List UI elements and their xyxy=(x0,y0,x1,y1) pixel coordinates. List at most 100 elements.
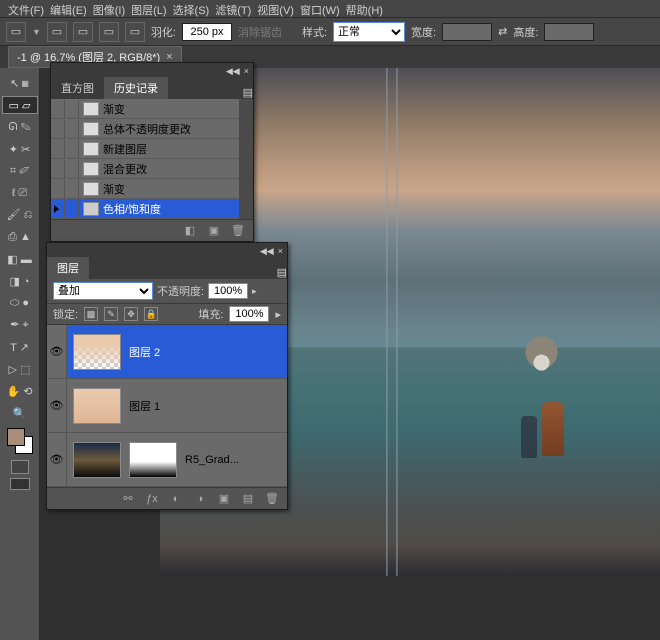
menu-image[interactable]: 图像(I) xyxy=(93,2,125,15)
layer-thumb[interactable] xyxy=(73,388,121,424)
select-add-icon[interactable]: ▭ xyxy=(73,22,93,42)
link-icon[interactable]: ⚯ xyxy=(121,492,135,506)
lock-position-icon[interactable]: ✥ xyxy=(124,307,138,321)
tool-eraser[interactable]: ◧ ▬ xyxy=(2,250,38,268)
tool-crop[interactable]: ⌗ ✐ xyxy=(2,162,38,180)
tool-lasso[interactable]: ᘏ ✎ xyxy=(2,118,38,136)
menu-select[interactable]: 选择(S) xyxy=(173,2,210,15)
tool-hand[interactable]: ✋ ⟲ xyxy=(2,382,38,400)
tool-marquee[interactable]: ▭ ▱ xyxy=(2,96,38,114)
screenmode-icon[interactable] xyxy=(10,478,30,490)
layer-thumb[interactable] xyxy=(73,334,121,370)
current-tool-icon[interactable]: ▭ xyxy=(6,22,26,42)
tool-dodge[interactable]: ⬭ ● xyxy=(2,294,38,312)
tool-brush[interactable]: 🖌 ⎌ xyxy=(2,206,38,224)
tab-layers[interactable]: 图层 xyxy=(47,257,89,279)
scrollbar[interactable] xyxy=(239,99,253,219)
tab-history[interactable]: 历史记录 xyxy=(104,77,168,99)
select-sub-icon[interactable]: ▭ xyxy=(99,22,119,42)
fg-color[interactable] xyxy=(7,428,25,446)
panel-collapse-icon[interactable]: ◀◀ xyxy=(226,66,240,77)
opacity-label: 不透明度: xyxy=(157,283,204,299)
tab-histogram[interactable]: 直方图 xyxy=(51,77,104,99)
select-int-icon[interactable]: ▭ xyxy=(125,22,145,42)
history-item[interactable]: 新建图层 xyxy=(51,139,239,159)
menu-file[interactable]: 文件(F) xyxy=(8,2,44,15)
opacity-input[interactable] xyxy=(208,283,248,299)
lock-all-icon[interactable]: 🔒 xyxy=(144,307,158,321)
panel-menu-icon[interactable]: ▤ xyxy=(243,86,253,99)
history-item[interactable]: 渐变 xyxy=(51,179,239,199)
history-new-icon[interactable]: ▣ xyxy=(207,224,221,238)
blend-mode-select[interactable]: 叠加 xyxy=(53,282,153,300)
layer-name[interactable]: R5_Grad... xyxy=(185,454,239,466)
tool-stamp[interactable]: ⎙ ▲ xyxy=(2,228,38,246)
fill-input[interactable] xyxy=(229,306,269,322)
layer-row[interactable]: 👁 R5_Grad... xyxy=(47,433,287,487)
menu-help[interactable]: 帮助(H) xyxy=(346,2,383,15)
layer-name[interactable]: 图层 1 xyxy=(129,398,160,414)
opacity-chevron-icon[interactable]: ▸ xyxy=(252,286,257,297)
panel-menu-icon[interactable]: ▤ xyxy=(277,266,287,279)
layer-row[interactable]: 👁 图层 1 xyxy=(47,379,287,433)
history-panel[interactable]: ◀◀ × 直方图 历史记录 ▤ 渐变 总体不透明度更改 新建图层 混合更改 渐变… xyxy=(50,62,254,242)
trash-icon[interactable]: 🗑 xyxy=(231,224,245,238)
lock-transparency-icon[interactable]: ▩ xyxy=(84,307,98,321)
visibility-icon[interactable]: 👁 xyxy=(47,379,67,432)
feather-label: 羽化: xyxy=(151,24,176,40)
tool-type[interactable]: T ↗ xyxy=(2,338,38,356)
tool-path[interactable]: ▷ ⬚ xyxy=(2,360,38,378)
history-list: 渐变 总体不透明度更改 新建图层 混合更改 渐变 色相/饱和度 xyxy=(51,99,239,219)
history-item[interactable]: 渐变 xyxy=(51,99,239,119)
group-icon[interactable]: ▣ xyxy=(217,492,231,506)
layer-name[interactable]: 图层 2 xyxy=(129,344,160,360)
width-label: 宽度: xyxy=(411,24,436,40)
menu-window[interactable]: 窗口(W) xyxy=(300,2,340,15)
visibility-icon[interactable]: 👁 xyxy=(47,325,67,378)
layers-panel[interactable]: ◀◀ × 图层 ▤ 叠加 不透明度: ▸ 锁定: ▩ ✎ ✥ 🔒 填充: ▸ 👁… xyxy=(46,242,288,510)
new-layer-icon[interactable]: ▤ xyxy=(241,492,255,506)
height-input[interactable] xyxy=(544,23,594,41)
tool-preset-chevron[interactable]: ▼ xyxy=(32,27,41,37)
fill-chevron-icon[interactable]: ▸ xyxy=(275,308,281,321)
tool-gradient[interactable]: ◨ ◔ xyxy=(2,272,38,290)
mask-icon[interactable]: ◐ xyxy=(169,492,183,506)
panel-close-icon[interactable]: × xyxy=(244,66,249,76)
history-snapshot-icon[interactable]: ◧ xyxy=(183,224,197,238)
visibility-icon[interactable]: 👁 xyxy=(47,433,67,486)
style-label: 样式: xyxy=(302,24,327,40)
feather-input[interactable] xyxy=(182,23,232,41)
select-new-icon[interactable]: ▭ xyxy=(47,22,67,42)
style-select[interactable]: 正常 xyxy=(333,22,405,42)
quickmask-icon[interactable] xyxy=(11,460,29,474)
photo-figure xyxy=(542,402,564,456)
menu-view[interactable]: 视图(V) xyxy=(257,2,294,15)
history-item[interactable]: 混合更改 xyxy=(51,159,239,179)
adjustment-icon[interactable]: ◑ xyxy=(193,492,207,506)
menu-layer[interactable]: 图层(L) xyxy=(131,2,166,15)
width-input[interactable] xyxy=(442,23,492,41)
swap-icon[interactable]: ⇄ xyxy=(498,25,507,38)
history-item[interactable]: 总体不透明度更改 xyxy=(51,119,239,139)
trash-icon[interactable]: 🗑 xyxy=(265,492,279,506)
lock-pixels-icon[interactable]: ✎ xyxy=(104,307,118,321)
tool-move[interactable]: ↖ ▦ xyxy=(2,74,38,92)
panel-collapse-icon[interactable]: ◀◀ xyxy=(260,246,274,257)
layer-row[interactable]: 👁 图层 2 xyxy=(47,325,287,379)
tool-wand[interactable]: ✦ ✂ xyxy=(2,140,38,158)
fx-icon[interactable]: ƒx xyxy=(145,492,159,506)
tool-zoom[interactable]: 🔍 xyxy=(11,404,29,422)
fill-label: 填充: xyxy=(198,306,223,322)
color-swatches[interactable] xyxy=(7,428,33,454)
antialias-checkbox: 消除锯齿 xyxy=(238,24,282,40)
layer-mask-thumb[interactable] xyxy=(129,442,177,478)
panel-close-icon[interactable]: × xyxy=(278,246,283,256)
tool-pen[interactable]: ✒ ⌖ xyxy=(2,316,38,334)
lock-label: 锁定: xyxy=(53,306,78,322)
menu-edit[interactable]: 编辑(E) xyxy=(50,2,87,15)
options-bar: ▭ ▼ ▭ ▭ ▭ ▭ 羽化: 消除锯齿 样式: 正常 宽度: ⇄ 高度: xyxy=(0,18,660,46)
tool-eyedrop[interactable]: ℓ ⎚ xyxy=(2,184,38,202)
menu-filter[interactable]: 滤镜(T) xyxy=(215,2,251,15)
layer-thumb[interactable] xyxy=(73,442,121,478)
history-item[interactable]: 色相/饱和度 xyxy=(51,199,239,219)
